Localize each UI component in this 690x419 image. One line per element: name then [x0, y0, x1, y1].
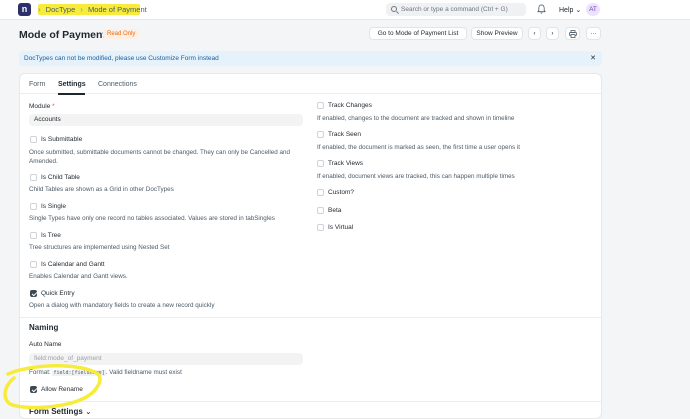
- track-changes-checkbox[interactable]: [317, 102, 324, 109]
- is-single-checkbox[interactable]: [30, 203, 37, 210]
- help-dropdown[interactable]: Help ⌄: [559, 6, 581, 14]
- custom-label: Custom?: [328, 189, 355, 196]
- breadcrumb-doctype[interactable]: DocType: [46, 5, 76, 14]
- next-doc-button[interactable]: ›: [546, 27, 559, 40]
- highlight-circle-annotation: [3, 364, 102, 410]
- search-input[interactable]: Search or type a command (Ctrl + G): [386, 3, 526, 16]
- chevron-right-icon: ›: [38, 5, 41, 14]
- quick-entry-checkbox[interactable]: [30, 290, 37, 297]
- module-field[interactable]: Accounts: [29, 114, 303, 126]
- is-submittable-label: Is Submittable: [41, 136, 83, 143]
- module-label: Module *: [29, 103, 55, 110]
- quick-entry-desc: Open a dialog with mandatory fields to c…: [29, 302, 215, 309]
- is-child-table-desc: Child Tables are shown as a Grid in othe…: [29, 186, 174, 193]
- active-tab-indicator: [58, 93, 85, 95]
- is-child-table-label: Is Child Table: [41, 174, 80, 181]
- show-preview-button[interactable]: Show Preview: [471, 27, 523, 40]
- help-label: Help: [559, 7, 574, 14]
- is-tree-label: Is Tree: [41, 232, 61, 239]
- tab-connections[interactable]: Connections: [98, 81, 137, 88]
- bell-icon[interactable]: [537, 4, 546, 14]
- is-virtual-label: Is Virtual: [328, 224, 354, 231]
- readonly-alert: DocTypes can not be modified, please use…: [19, 51, 602, 66]
- is-submittable-desc: Once submitted, submittable documents ca…: [29, 149, 291, 165]
- tab-form[interactable]: Form: [29, 81, 45, 88]
- is-child-table-checkbox[interactable]: [30, 174, 37, 181]
- is-tree-checkbox[interactable]: [30, 232, 37, 239]
- go-to-list-button[interactable]: Go to Mode of Payment List: [369, 27, 467, 40]
- alert-text-prefix: DocTypes can not be modified, please use: [24, 55, 149, 62]
- beta-label: Beta: [328, 207, 342, 214]
- track-seen-desc: If enabled, the document is marked as se…: [317, 144, 521, 151]
- chevron-down-icon: ⌄: [575, 7, 582, 14]
- section-divider: [20, 317, 601, 318]
- more-actions-button[interactable]: ···: [586, 27, 601, 40]
- track-views-desc: If enabled, document views are tracked, …: [317, 173, 515, 180]
- avatar[interactable]: AT: [586, 3, 600, 16]
- custom-checkbox[interactable]: [317, 189, 324, 196]
- search-placeholder: Search or type a command (Ctrl + G): [401, 6, 508, 13]
- is-calendar-gantt-desc: Enables Calendar and Gantt views.: [29, 273, 128, 280]
- previous-doc-button[interactable]: ‹: [528, 27, 541, 40]
- chevron-left-icon: ‹: [533, 30, 536, 37]
- search-icon: [391, 6, 397, 12]
- app-logo[interactable]: n: [18, 3, 31, 16]
- naming-section-title[interactable]: Naming: [29, 323, 58, 332]
- track-changes-label: Track Changes: [328, 102, 372, 109]
- alert-text-suffix: instead: [195, 55, 219, 62]
- track-seen-checkbox[interactable]: [317, 131, 324, 138]
- quick-entry-label: Quick Entry: [41, 290, 75, 297]
- breadcrumb: › DocType › Mode of Payment: [38, 5, 147, 14]
- track-changes-desc: If enabled, changes to the document are …: [317, 115, 515, 122]
- tab-settings[interactable]: Settings: [58, 81, 86, 88]
- breadcrumb-mode-of-payment[interactable]: Mode of Payment: [88, 5, 147, 14]
- page-title: Mode of Payment: [19, 29, 106, 41]
- printer-icon: [568, 30, 577, 38]
- navbar: n › DocType › Mode of Payment Search or …: [0, 0, 690, 20]
- is-tree-desc: Tree structures are implemented using Ne…: [29, 244, 170, 251]
- track-views-checkbox[interactable]: [317, 160, 324, 167]
- print-button[interactable]: [565, 27, 580, 40]
- chevron-right-icon: ›: [80, 5, 83, 14]
- auto-name-label: Auto Name: [29, 341, 62, 348]
- track-seen-label: Track Seen: [328, 131, 361, 138]
- track-views-label: Track Views: [328, 160, 364, 167]
- close-icon[interactable]: ✕: [590, 51, 596, 66]
- is-calendar-gantt-label: Is Calendar and Gantt: [41, 261, 105, 268]
- chevron-right-icon: ›: [551, 30, 554, 37]
- is-submittable-checkbox[interactable]: [30, 136, 37, 143]
- customize-form-link[interactable]: Customize Form: [148, 55, 196, 62]
- is-single-label: Is Single: [41, 203, 66, 210]
- is-calendar-gantt-checkbox[interactable]: [30, 261, 37, 268]
- ellipsis-icon: ···: [590, 30, 597, 37]
- is-single-desc: Single Types have only one record no tab…: [29, 215, 275, 222]
- form-tabs: Form Settings Connections: [20, 74, 601, 95]
- is-virtual-checkbox[interactable]: [317, 224, 324, 231]
- beta-checkbox[interactable]: [317, 207, 324, 214]
- status-badge: Read Only: [103, 29, 140, 39]
